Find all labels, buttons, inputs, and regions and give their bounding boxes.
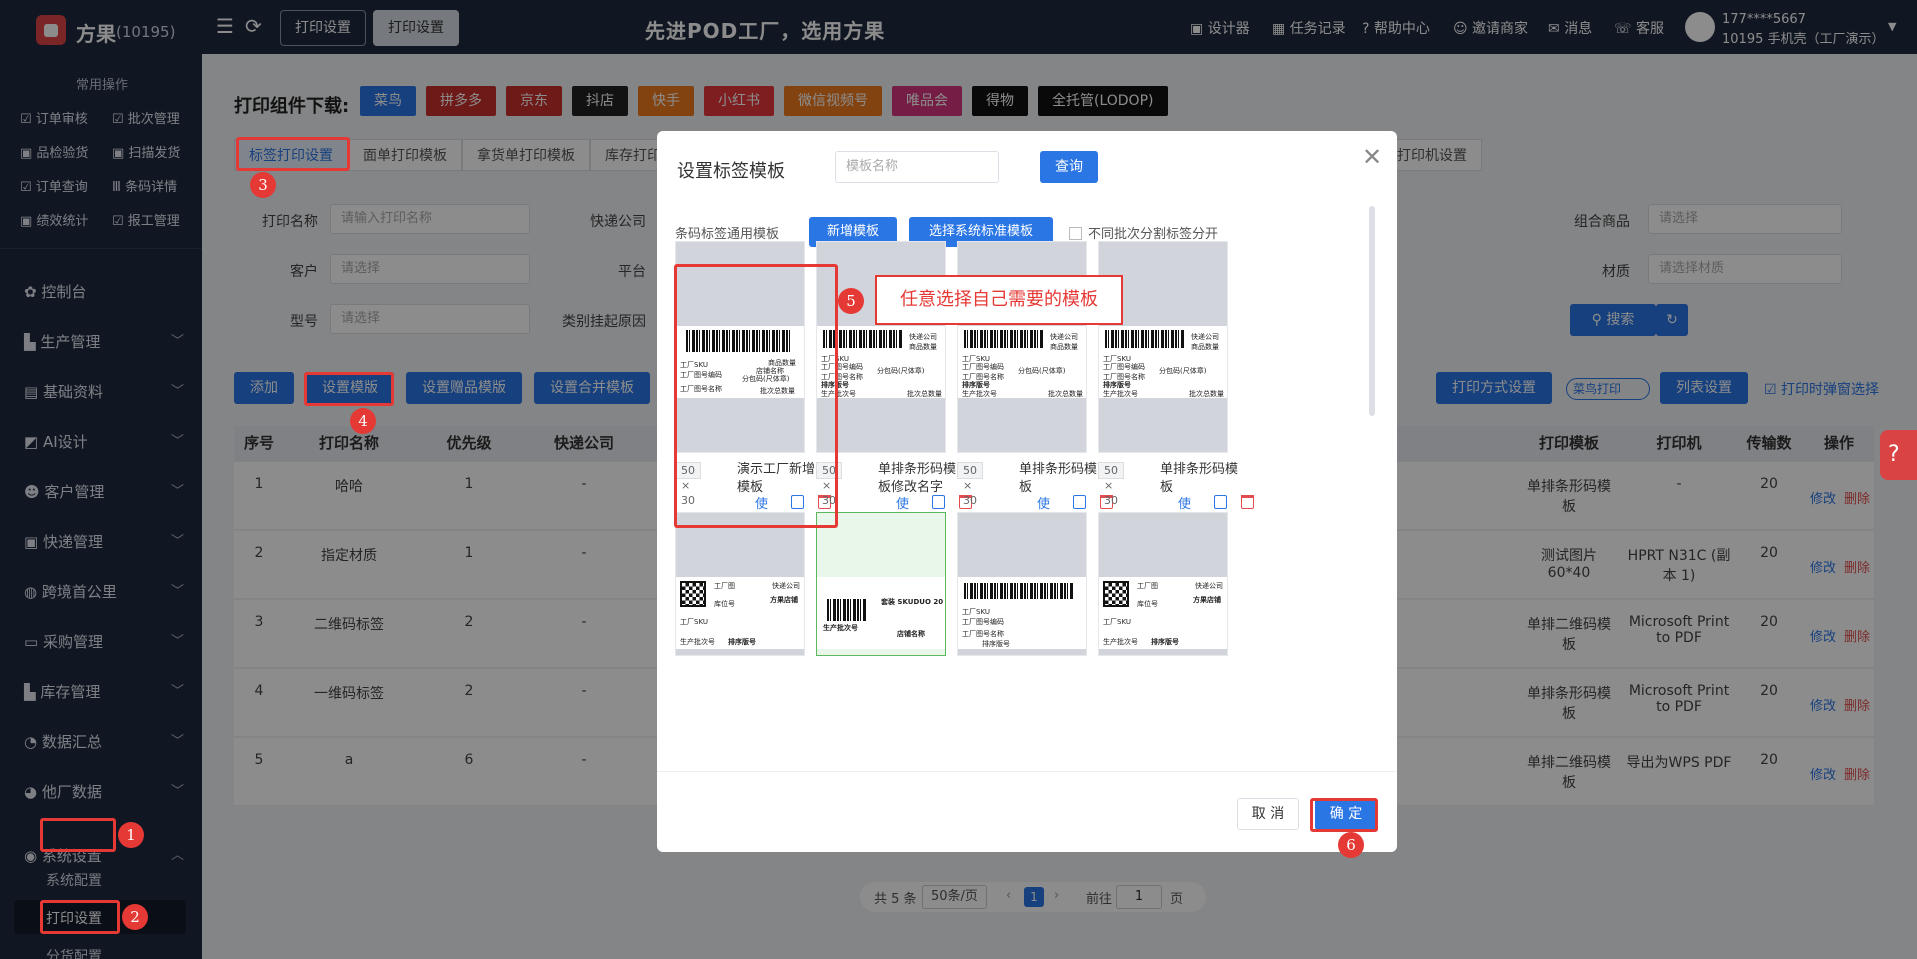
- label-text: 工厂图: [1137, 582, 1158, 590]
- label-text: 生产批次号: [962, 390, 997, 398]
- label-text: 工厂图号编码: [962, 618, 1004, 626]
- step-badge-1: 1: [118, 822, 144, 848]
- label-text: 排序版号: [982, 640, 1010, 648]
- barcode-graphic: [827, 599, 867, 621]
- label-text: 批次总数量: [907, 390, 942, 398]
- label-text: 工厂SKU: [1103, 618, 1131, 626]
- highlight-set-template: [304, 372, 394, 406]
- callout-note: 任意选择自己需要的模板: [875, 275, 1123, 325]
- highlight-system-settings: [40, 818, 116, 852]
- card-name: 单排条形码模板: [1019, 462, 1098, 495]
- template-name-input[interactable]: 模板名称: [835, 151, 999, 183]
- label-text: 批次总数量: [1048, 390, 1083, 398]
- barcode-graphic: [1105, 330, 1185, 348]
- label-text: 分包码(尺体章): [877, 367, 925, 375]
- copy-icon[interactable]: [1073, 495, 1086, 509]
- label-text: 排序版号: [728, 638, 756, 646]
- label-text: 商品数量: [1191, 343, 1219, 351]
- step-badge-5: 5: [838, 288, 864, 314]
- query-button[interactable]: 查询: [1040, 151, 1098, 183]
- label-text: 工厂图号编码: [962, 363, 1004, 371]
- card-size-tag: 50 × 30: [1098, 462, 1124, 507]
- label-text: 店铺名称: [897, 630, 925, 638]
- copy-icon[interactable]: [1214, 495, 1227, 509]
- label-text: 工厂图号名称: [962, 630, 1004, 638]
- checkbox-icon: [1069, 227, 1082, 240]
- label-text: 商品数量: [909, 343, 937, 351]
- label-text: 库位号: [714, 600, 735, 608]
- label-text: 工厂SKU: [962, 608, 990, 616]
- label-text: 批次总数量: [1189, 390, 1224, 398]
- template-card[interactable]: 快递公司 商品数量 工厂SKU 工厂图号编码 分包码(尺体章) 工厂图号名称 排序版号 生产批…: [1098, 241, 1228, 453]
- label-preview: 快递公司 商品数量 工厂SKU 工厂图号编码 分包码(尺体章) 工厂图号名称 排序版号 生产批…: [1099, 326, 1227, 398]
- template-card[interactable]: 工厂SKU 工厂图号编码 工厂图号名称排序版号: [957, 512, 1087, 656]
- step-badge-2: 2: [122, 904, 148, 930]
- qr-code-graphic: [1103, 581, 1129, 607]
- cancel-button[interactable]: 取 消: [1237, 798, 1299, 830]
- delete-icon[interactable]: [1241, 495, 1254, 509]
- step-badge-4: 4: [350, 408, 376, 434]
- label-preview: 工厂图库位号 快递公司方果店铺工厂SKU 生产批次号 排序版号: [676, 577, 804, 649]
- label-text: 排序版号: [1151, 638, 1179, 646]
- modal-title: 设置标签模板: [677, 161, 785, 182]
- close-icon[interactable]: ✕: [1362, 143, 1382, 171]
- label-text: 工厂图: [714, 582, 735, 590]
- label-text: 快递公司: [909, 333, 937, 341]
- template-card[interactable]: 快递公司 商品数量 工厂SKU 工厂图号编码 分包码(尺体章) 工厂图号名称 排序版号 生产批…: [957, 241, 1087, 453]
- divider: [657, 771, 1397, 772]
- qr-code-graphic: [680, 581, 706, 607]
- highlight-label-tab: [236, 137, 350, 171]
- copy-icon[interactable]: [932, 495, 945, 509]
- card-size-tag: 50 × 30: [957, 462, 983, 507]
- step-badge-6: 6: [1338, 832, 1364, 858]
- label-text: 快递公司: [1050, 333, 1078, 341]
- highlight-confirm: [1310, 798, 1378, 832]
- label-text: 工厂图号编码: [1103, 363, 1145, 371]
- template-card[interactable]: 工厂图库位号 快递公司方果店铺工厂SKU 生产批次号 排序版号: [1098, 512, 1228, 656]
- label-text: 快递公司: [1195, 582, 1223, 590]
- scrollbar[interactable]: [1369, 206, 1375, 416]
- step-badge-3: 3: [250, 172, 276, 198]
- highlight-template-card: [674, 264, 838, 528]
- batch-split-checkbox[interactable]: 不同批次分割标签分开: [1069, 223, 1218, 242]
- label-text: 套装 SKUDUO 20: [881, 598, 944, 606]
- card-name: 单排条形码模板修改名字: [878, 462, 957, 495]
- label-text: 分包码(尺体章): [1159, 367, 1207, 375]
- label-preview: 工厂SKU 工厂图号编码 工厂图号名称排序版号: [958, 577, 1086, 649]
- barcode-graphic: [964, 583, 1074, 599]
- label-preview: 套装 SKUDUO 20 生产批次号店铺名称: [817, 577, 945, 649]
- label-text: 快递公司: [772, 582, 800, 590]
- label-text: 快递公司: [1191, 333, 1219, 341]
- label-text: 方果店铺: [1193, 596, 1221, 604]
- label-preview: 工厂图库位号 快递公司方果店铺工厂SKU 生产批次号 排序版号: [1099, 577, 1227, 649]
- label-text: 工厂SKU: [680, 618, 708, 626]
- barcode-graphic: [964, 330, 1044, 348]
- template-category: 条码标签通用模板: [675, 227, 780, 242]
- label-text: 库位号: [1137, 600, 1158, 608]
- label-text: 商品数量: [1050, 343, 1078, 351]
- template-card[interactable]: 工厂图库位号 快递公司方果店铺工厂SKU 生产批次号 排序版号: [675, 512, 805, 656]
- label-text: 生产批次号: [1103, 638, 1138, 646]
- label-text: 生产批次号: [1103, 390, 1138, 398]
- label-preview: 快递公司 商品数量 工厂SKU 工厂图号编码 分包码(尺体章) 工厂图号名称 排序版号 生产批…: [958, 326, 1086, 398]
- card-name: 单排条形码模板: [1160, 462, 1239, 495]
- label-text: 分包码(尺体章): [1018, 367, 1066, 375]
- label-text: 方果店铺: [770, 596, 798, 604]
- label-text: 生产批次号: [823, 624, 858, 632]
- label-text: 生产批次号: [680, 638, 715, 646]
- highlight-print-settings: [40, 900, 120, 934]
- template-card[interactable]: 套装 SKUDUO 20 生产批次号店铺名称: [816, 512, 946, 656]
- help-float-icon[interactable]: ?: [1880, 430, 1917, 480]
